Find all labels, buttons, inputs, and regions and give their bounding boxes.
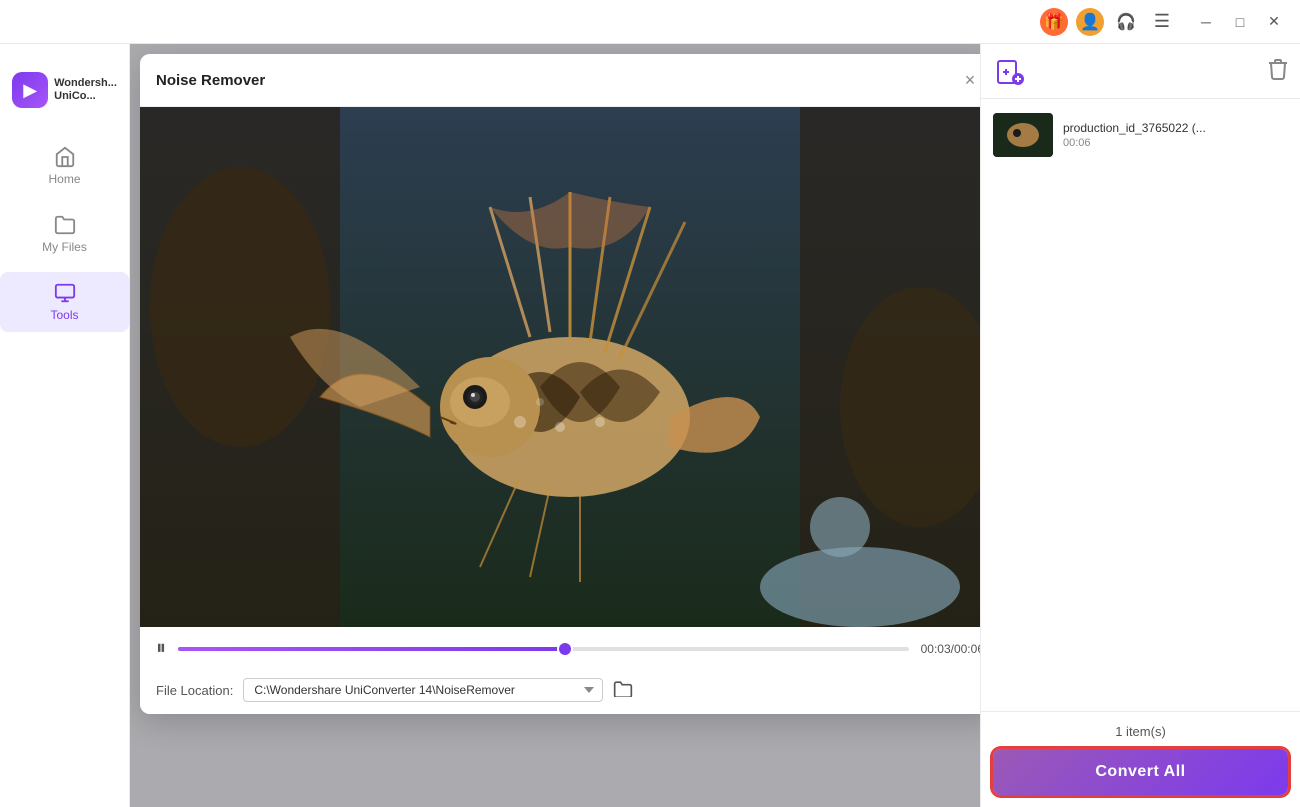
modal-overlay: Noise Remover × bbox=[130, 44, 1300, 807]
gift-icon[interactable]: 🎁 bbox=[1040, 8, 1068, 36]
file-location-label: File Location: bbox=[156, 683, 233, 698]
file-location-select[interactable]: C:\Wondershare UniConverter 14\NoiseRemo… bbox=[243, 678, 603, 702]
tools-icon bbox=[54, 282, 76, 304]
right-panel: production_id_3765022 (... 00:06 1 item(… bbox=[980, 44, 1300, 807]
sidebar-myfiles-label: My Files bbox=[42, 240, 87, 254]
file-thumb-preview bbox=[993, 113, 1053, 157]
convert-area: 1 item(s) Convert All bbox=[981, 711, 1300, 807]
window-controls: ─ □ ✕ bbox=[1192, 8, 1288, 36]
add-file-icon bbox=[996, 57, 1024, 85]
delete-button[interactable] bbox=[1268, 58, 1288, 85]
logo-icon: ▶ bbox=[12, 72, 48, 108]
items-count: 1 item(s) bbox=[1115, 724, 1166, 739]
folder-icon bbox=[613, 679, 633, 697]
maximize-button[interactable]: □ bbox=[1226, 8, 1254, 36]
modal-title: Noise Remover bbox=[156, 72, 265, 89]
sidebar-item-tools[interactable]: Tools bbox=[0, 272, 129, 332]
pause-button[interactable]: ⏸ bbox=[156, 637, 166, 660]
file-duration: 00:06 bbox=[1063, 137, 1288, 149]
progress-bar[interactable] bbox=[178, 647, 909, 651]
sidebar-item-myfiles[interactable]: My Files bbox=[0, 204, 129, 264]
menu-icon[interactable]: ☰ bbox=[1148, 8, 1176, 36]
file-thumbnail bbox=[993, 113, 1053, 157]
user-icon[interactable]: 👤 bbox=[1076, 8, 1104, 36]
minimize-button[interactable]: ─ bbox=[1192, 8, 1220, 36]
progress-filled bbox=[178, 647, 565, 651]
sidebar-tools-label: Tools bbox=[50, 308, 78, 322]
app-container: ▶ Wondersh...UniCo... Home My Files Tool… bbox=[0, 44, 1300, 807]
file-location-bar: File Location: C:\Wondershare UniConvert… bbox=[140, 670, 1000, 714]
video-controls: ⏸ 00:03/00:06 bbox=[140, 627, 1000, 670]
time-display: 00:03/00:06 bbox=[921, 642, 984, 656]
video-preview bbox=[140, 107, 1000, 627]
panel-toolbar bbox=[981, 44, 1300, 99]
headphone-icon[interactable]: 🎧 bbox=[1112, 8, 1140, 36]
sidebar-home-label: Home bbox=[48, 172, 80, 186]
video-container bbox=[140, 107, 1000, 627]
noise-remover-modal: Noise Remover × bbox=[140, 54, 1000, 714]
myfiles-icon bbox=[54, 214, 76, 236]
titlebar: 🎁 👤 🎧 ☰ ─ □ ✕ bbox=[0, 0, 1300, 44]
sidebar-item-home[interactable]: Home bbox=[0, 136, 129, 196]
main-content: ur files to tection lly detect tions and… bbox=[130, 44, 1300, 807]
file-item: production_id_3765022 (... 00:06 bbox=[989, 107, 1292, 163]
progress-thumb bbox=[559, 643, 571, 655]
modal-header: Noise Remover × bbox=[140, 54, 1000, 107]
app-logo: ▶ Wondersh...UniCo... bbox=[2, 64, 127, 116]
file-name: production_id_3765022 (... bbox=[1063, 121, 1288, 135]
open-folder-button[interactable] bbox=[613, 679, 633, 702]
trash-icon bbox=[1268, 58, 1288, 80]
sidebar: ▶ Wondersh...UniCo... Home My Files Tool… bbox=[0, 44, 130, 807]
close-button[interactable]: ✕ bbox=[1260, 8, 1288, 36]
home-icon bbox=[54, 146, 76, 168]
add-file-button[interactable] bbox=[993, 54, 1027, 88]
pause-icon: ⏸ bbox=[156, 637, 166, 660]
file-info: production_id_3765022 (... 00:06 bbox=[1063, 121, 1288, 149]
convert-all-button[interactable]: Convert All bbox=[993, 749, 1288, 795]
file-list: production_id_3765022 (... 00:06 bbox=[981, 99, 1300, 171]
logo-text: Wondersh...UniCo... bbox=[54, 77, 117, 103]
